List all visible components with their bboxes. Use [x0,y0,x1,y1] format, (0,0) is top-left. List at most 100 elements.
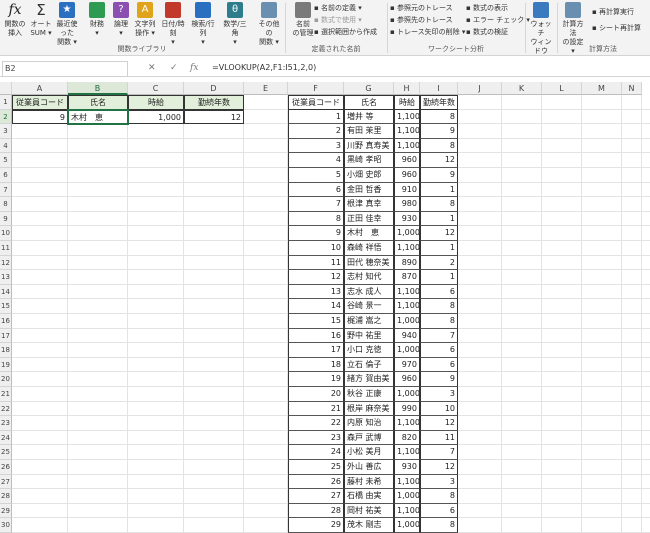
table-cell[interactable]: 増井 等 [344,109,394,125]
cancel-icon[interactable]: ✕ [148,61,156,75]
table-cell[interactable]: 22 [288,416,344,431]
trace-precedents-button[interactable]: ▪ 参照元のトレース [390,4,453,13]
lookup-value-cell[interactable]: 9 [12,109,68,125]
table-cell[interactable]: 15 [288,314,344,329]
table-cell[interactable]: 23 [288,430,344,446]
table-cell[interactable]: 谷崎 景一 [344,299,394,314]
row-header-15[interactable]: 15 [0,299,12,314]
table-cell[interactable]: 1,100 [394,138,420,154]
logical-button[interactable]: ? 論理 ▾ [108,2,134,38]
lookup-header-cell[interactable]: 時給 [128,95,184,110]
table-cell[interactable]: 8 [420,314,458,329]
column-header-i[interactable]: I [420,82,458,95]
row-header-16[interactable]: 16 [0,314,12,329]
column-header-a[interactable]: A [12,82,68,95]
table-cell[interactable]: 1,100 [394,241,420,256]
table-cell[interactable]: 940 [394,328,420,344]
row-header-26[interactable]: 26 [0,460,12,475]
evaluate-formula-button[interactable]: ▪ 数式の検証 [466,28,508,37]
table-cell[interactable]: 970 [394,357,420,373]
autosum-button[interactable]: Σ オート SUM ▾ [28,2,54,38]
table-cell[interactable]: 8 [420,299,458,314]
table-cell[interactable]: 石橋 由実 [344,489,394,504]
table-cell[interactable]: 6 [420,357,458,373]
row-header-20[interactable]: 20 [0,372,12,387]
row-header-28[interactable]: 28 [0,489,12,504]
table-cell[interactable]: 3 [420,474,458,490]
row-header-3[interactable]: 3 [0,124,12,139]
table-cell[interactable]: 1,000 [394,226,420,241]
table-cell[interactable]: 2 [420,255,458,271]
name-manager-button[interactable]: 名前 の管理 [290,2,316,38]
table-cell[interactable]: 1,000 [394,518,420,533]
table-cell[interactable]: 正田 佳幸 [344,211,394,227]
table-cell[interactable]: 1,100 [394,416,420,431]
table-cell[interactable]: 1,100 [394,124,420,139]
table-cell[interactable]: 24 [288,445,344,460]
row-header-1[interactable]: 1 [0,95,12,110]
table-cell[interactable]: 志水 成人 [344,284,394,300]
table-cell[interactable]: 野中 祐里 [344,328,394,344]
row-header-21[interactable]: 21 [0,387,12,402]
row-header-6[interactable]: 6 [0,168,12,183]
table-cell[interactable]: 990 [394,401,420,417]
worksheet-grid[interactable]: A B C D E F G H I J K L M N 1 2 3 4 5 6 7 8 9 10 11 12 13 14 15 16 17 1… [0,82,650,533]
table-cell[interactable]: 8 [420,138,458,154]
table-cell[interactable]: 根岸 麻奈美 [344,401,394,417]
lookup-value-cell[interactable]: 12 [184,109,244,125]
column-header-f[interactable]: F [288,82,344,95]
table-cell[interactable]: 岡村 祐美 [344,503,394,519]
more-functions-button[interactable]: その他の 関数 ▾ [256,2,282,47]
table-cell[interactable]: 黒崎 孝昭 [344,153,394,168]
column-header-e[interactable]: E [244,82,288,95]
row-header-10[interactable]: 10 [0,226,12,241]
table-cell[interactable]: 志村 知代 [344,270,394,285]
lookup-button[interactable]: 検索/行列 ▾ [190,2,216,47]
table-cell[interactable]: 29 [288,518,344,533]
column-header-j[interactable]: J [458,82,502,95]
column-header-g[interactable]: G [344,82,394,95]
table-cell[interactable]: 2 [288,124,344,139]
table-cell[interactable]: 内原 知治 [344,416,394,431]
table-cell[interactable]: 17 [288,343,344,358]
table-cell[interactable]: 1 [420,211,458,227]
table-cell[interactable]: 木村 恵 [344,226,394,241]
row-header-18[interactable]: 18 [0,343,12,358]
table-cell[interactable]: 6 [420,343,458,358]
table-header-cell[interactable]: 従業員コード [288,95,344,110]
table-cell[interactable]: 1,100 [394,503,420,519]
table-cell[interactable]: 960 [394,372,420,387]
table-cell[interactable]: 1,100 [394,474,420,490]
row-header-30[interactable]: 30 [0,518,12,533]
calc-now-button[interactable]: ▪ 再計算実行 [592,8,634,17]
table-cell[interactable]: 小松 美月 [344,445,394,460]
row-header-2[interactable]: 2 [0,109,12,125]
row-header-12[interactable]: 12 [0,255,12,271]
row-header-23[interactable]: 23 [0,416,12,431]
table-cell[interactable]: 1,000 [394,387,420,402]
lookup-value-cell[interactable]: 木村 恵 [68,109,128,125]
text-button[interactable]: A 文字列 操作 ▾ [132,2,158,38]
table-cell[interactable]: 3 [420,387,458,402]
column-header-b[interactable]: B [68,82,128,95]
table-cell[interactable]: 1 [420,270,458,285]
table-cell[interactable]: 12 [420,416,458,431]
table-cell[interactable]: 根津 真幸 [344,197,394,212]
column-header-m[interactable]: M [582,82,622,95]
row-header-14[interactable]: 14 [0,284,12,300]
table-cell[interactable]: 金田 哲香 [344,182,394,198]
table-cell[interactable]: 緒方 賀由美 [344,372,394,387]
select-all-corner[interactable] [0,82,12,95]
table-cell[interactable]: 6 [420,284,458,300]
column-header-c[interactable]: C [128,82,184,95]
table-cell[interactable]: 1,000 [394,343,420,358]
row-header-29[interactable]: 29 [0,503,12,519]
table-cell[interactable]: 11 [420,430,458,446]
table-header-cell[interactable]: 勤続年数 [420,95,458,110]
table-cell[interactable]: 28 [288,503,344,519]
row-header-5[interactable]: 5 [0,153,12,168]
table-cell[interactable]: 820 [394,430,420,446]
table-cell[interactable]: 9 [288,226,344,241]
table-cell[interactable]: 12 [288,270,344,285]
recent-button[interactable]: ★ 最近使った 関数 ▾ [54,2,80,47]
